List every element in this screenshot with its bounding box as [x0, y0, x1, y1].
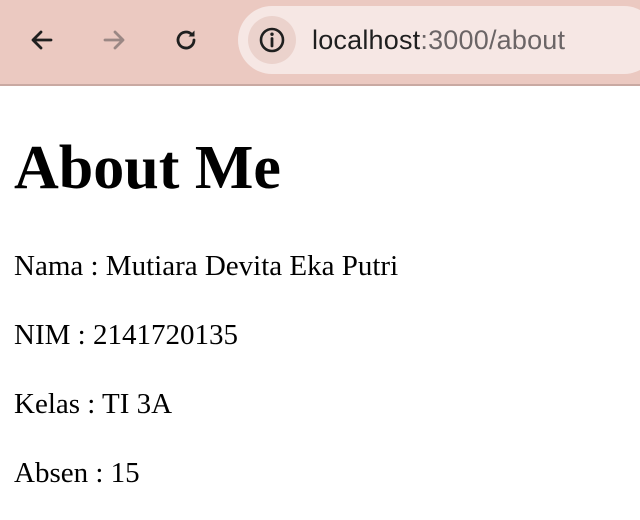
nim-text: NIM : 2141720135 [14, 319, 238, 351]
site-info-button[interactable] [248, 16, 296, 64]
browser-toolbar: localhost:3000/about [0, 0, 640, 86]
url-text[interactable]: localhost:3000/about [312, 23, 565, 57]
forward-button[interactable] [94, 20, 134, 60]
nama-text: Nama : Mutiara Devita Eka Putri [14, 250, 399, 282]
absen-text: Absen : 15 [14, 457, 140, 489]
reload-button[interactable] [166, 20, 206, 60]
back-button[interactable] [22, 20, 62, 60]
url-host: localhost [312, 25, 421, 55]
page-content: About Me Nama : Mutiara Devita Eka Putri… [0, 86, 640, 520]
page-title: About Me [14, 134, 281, 202]
arrow-right-icon [103, 30, 125, 50]
url-path: :3000/about [420, 25, 566, 55]
kelas-text: Kelas : TI 3A [14, 388, 173, 420]
info-icon [259, 27, 285, 53]
arrow-left-icon [31, 30, 53, 50]
address-bar[interactable]: localhost:3000/about [238, 6, 640, 74]
reload-icon [176, 30, 196, 50]
